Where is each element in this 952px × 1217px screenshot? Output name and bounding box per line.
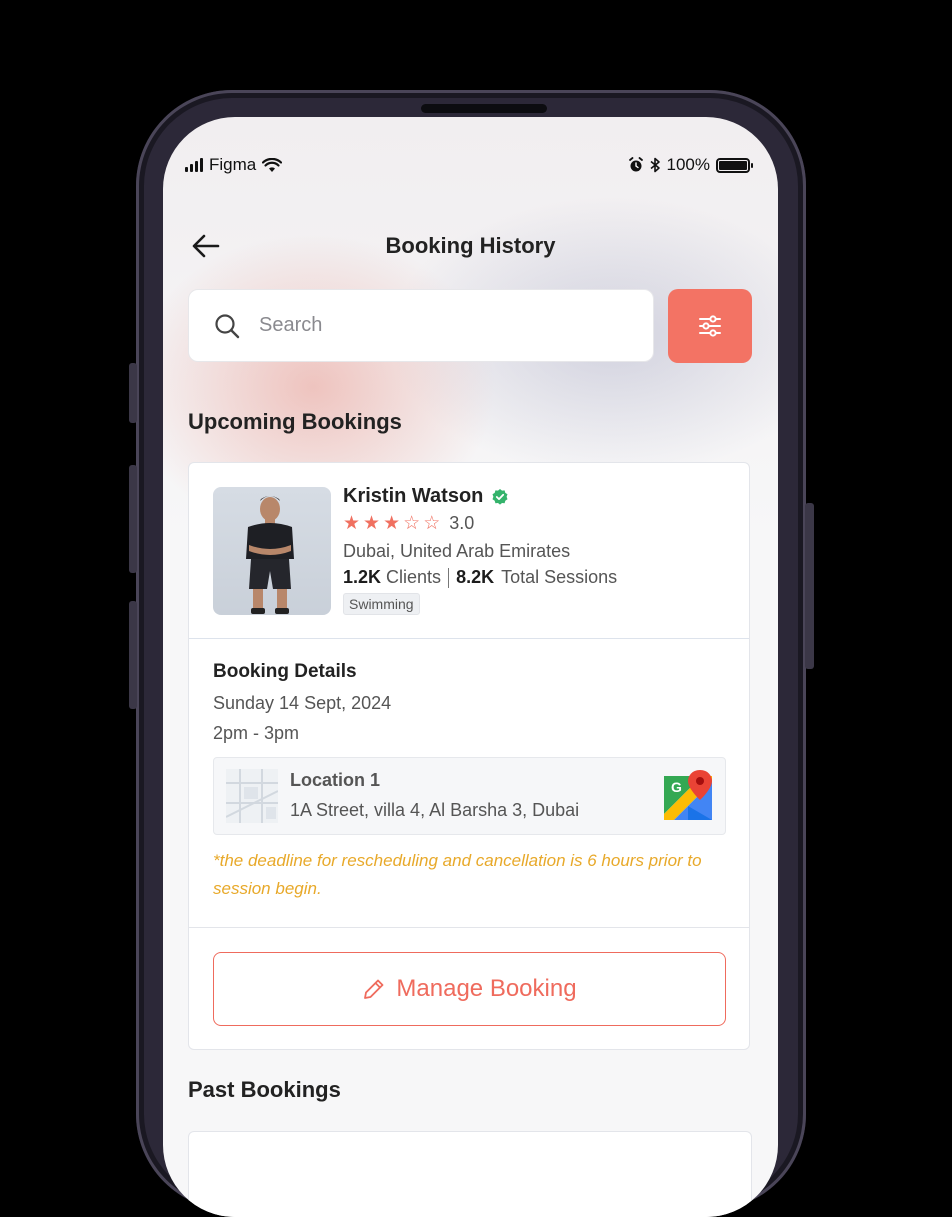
page-title: Booking History (385, 233, 556, 258)
booking-details: Booking Details Sunday 14 Sept, 2024 2pm… (189, 639, 749, 928)
rating-value: 3.0 (449, 513, 475, 533)
trainer-location: Dubai, United Arab Emirates (343, 541, 571, 561)
trainer-avatar (213, 487, 331, 615)
battery-percentage: 100% (666, 155, 710, 174)
stats-divider (448, 567, 450, 588)
booking-time: 2pm - 3pm (213, 723, 300, 743)
star-outline-icon: ☆ (403, 513, 421, 534)
booking-card[interactable]: Kristin Watson ★ ★ ★ ☆ ☆ 3.0 Dubai, Unit… (188, 462, 750, 1050)
battery-icon (716, 157, 753, 173)
power-button (805, 503, 814, 669)
past-booking-card[interactable] (188, 1131, 752, 1217)
trainer-stats: 1.2K Clients 8.2K Total Sessions (343, 567, 617, 588)
upcoming-bookings-title: Upcoming Bookings (188, 409, 402, 434)
phone-speaker (421, 104, 547, 113)
wifi-icon (262, 157, 283, 172)
trainer-photo (246, 496, 294, 614)
search-icon (215, 313, 240, 338)
svg-text:G: G (671, 779, 682, 795)
star-filled-icon: ★ (343, 513, 361, 534)
mute-switch (129, 363, 137, 423)
booking-details-title: Booking Details (213, 661, 357, 682)
rating-row: ★ ★ ★ ☆ ☆ 3.0 (343, 513, 474, 534)
verified-badge-icon (492, 488, 508, 505)
clients-count: 1.2K (343, 567, 382, 587)
carrier-name: Figma (209, 155, 257, 174)
search-box[interactable] (188, 289, 654, 362)
cancellation-note: *the deadline for rescheduling and cance… (213, 851, 702, 898)
filter-sliders-icon (699, 315, 721, 337)
status-right: 100% (628, 155, 753, 175)
volume-down-button (129, 601, 137, 709)
search-input[interactable] (257, 313, 621, 338)
trainer-name: Kristin Watson (343, 485, 484, 507)
sport-tag: Swimming (343, 593, 420, 615)
manage-booking-button[interactable]: Manage Booking (213, 952, 726, 1026)
star-filled-icon: ★ (363, 513, 381, 534)
sessions-label: Total Sessions (501, 567, 618, 587)
status-bar: Figma 100% (163, 155, 778, 179)
bluetooth-icon (650, 157, 660, 173)
location-title: Location 1 (290, 770, 381, 790)
sessions-count: 8.2K (456, 567, 495, 587)
map-thumbnail-icon (226, 769, 278, 823)
location-address: 1A Street, villa 4, Al Barsha 3, Dubai (290, 800, 580, 820)
volume-up-button (129, 465, 137, 573)
header: Booking History (163, 227, 778, 263)
phone-screen: Figma 100% Booking History Search Upcomi… (163, 117, 778, 1217)
trainer-summary[interactable]: Kristin Watson ★ ★ ★ ☆ ☆ 3.0 Dubai, Unit… (189, 463, 749, 639)
clients-label: Clients (386, 567, 442, 587)
booking-date: Sunday 14 Sept, 2024 (213, 693, 392, 713)
filter-button[interactable] (668, 289, 752, 363)
status-left: Figma (185, 155, 283, 175)
star-outline-icon: ☆ (423, 513, 441, 534)
alarm-icon (628, 157, 643, 172)
signal-icon (185, 158, 203, 172)
past-bookings-title: Past Bookings (188, 1077, 341, 1102)
pencil-icon (364, 979, 384, 999)
star-filled-icon: ★ (383, 513, 401, 534)
google-maps-icon[interactable]: G (662, 768, 714, 822)
trainer-name-row: Kristin Watson (343, 485, 509, 508)
location-box[interactable]: Location 1 1A Street, villa 4, Al Barsha… (213, 757, 726, 835)
manage-booking-label: Manage Booking (396, 975, 577, 1002)
